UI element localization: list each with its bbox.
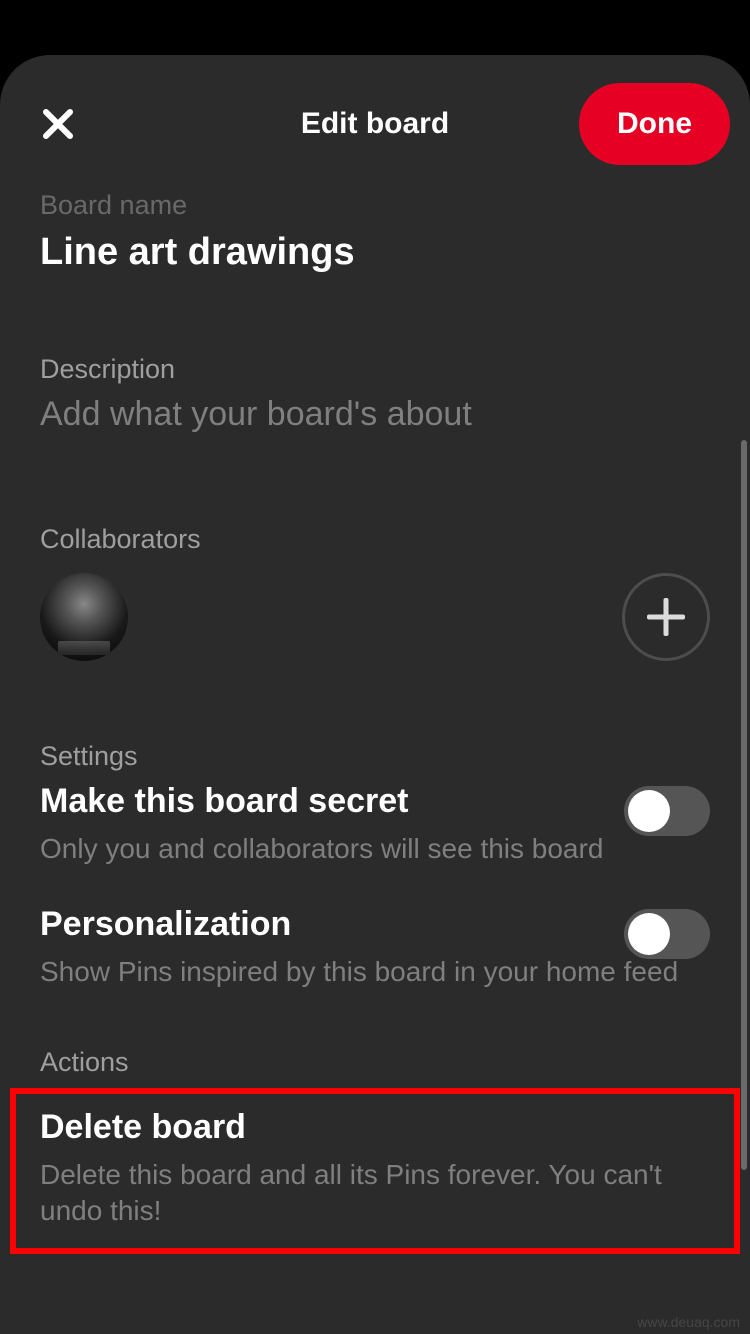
secret-toggle[interactable] — [624, 786, 710, 836]
collaborators-row — [40, 573, 710, 661]
watermark: www.deuaq.com — [637, 1314, 740, 1330]
delete-board-title: Delete board — [40, 1108, 710, 1147]
scrollbar[interactable] — [741, 440, 747, 1170]
board-name-value[interactable]: Line art drawings — [40, 231, 710, 274]
actions-label: Actions — [40, 1047, 710, 1078]
personalization-toggle[interactable] — [624, 909, 710, 959]
toggle-knob — [628, 790, 670, 832]
edit-board-sheet: Edit board Done Board name Line art draw… — [0, 55, 750, 1334]
description-input[interactable]: Add what your board's about — [40, 395, 710, 434]
setting-secret-row: Make this board secret Only you and coll… — [40, 782, 710, 867]
add-collaborator-button[interactable] — [622, 573, 710, 661]
board-name-label: Board name — [40, 190, 710, 221]
setting-personalization-row: Personalization Show Pins inspired by th… — [40, 905, 710, 990]
setting-personalization-desc: Show Pins inspired by this board in your… — [40, 954, 710, 990]
delete-board-row[interactable]: Delete board Delete this board and all i… — [10, 1088, 740, 1254]
toggle-knob — [628, 913, 670, 955]
done-button[interactable]: Done — [579, 83, 730, 165]
description-label: Description — [40, 354, 710, 385]
setting-secret-desc: Only you and collaborators will see this… — [40, 831, 710, 867]
delete-board-desc: Delete this board and all its Pins forev… — [40, 1157, 710, 1230]
setting-secret-title: Make this board secret — [40, 782, 710, 821]
header: Edit board Done — [0, 55, 750, 185]
page-title: Edit board — [301, 107, 449, 141]
collaborators-label: Collaborators — [40, 524, 710, 555]
collaborator-avatar[interactable] — [40, 573, 128, 661]
actions-section: Actions Delete board Delete this board a… — [40, 1047, 710, 1254]
content: Board name Line art drawings Description… — [0, 190, 750, 1254]
settings-label: Settings — [40, 741, 710, 772]
setting-personalization-title: Personalization — [40, 905, 710, 944]
close-icon[interactable] — [40, 106, 76, 142]
